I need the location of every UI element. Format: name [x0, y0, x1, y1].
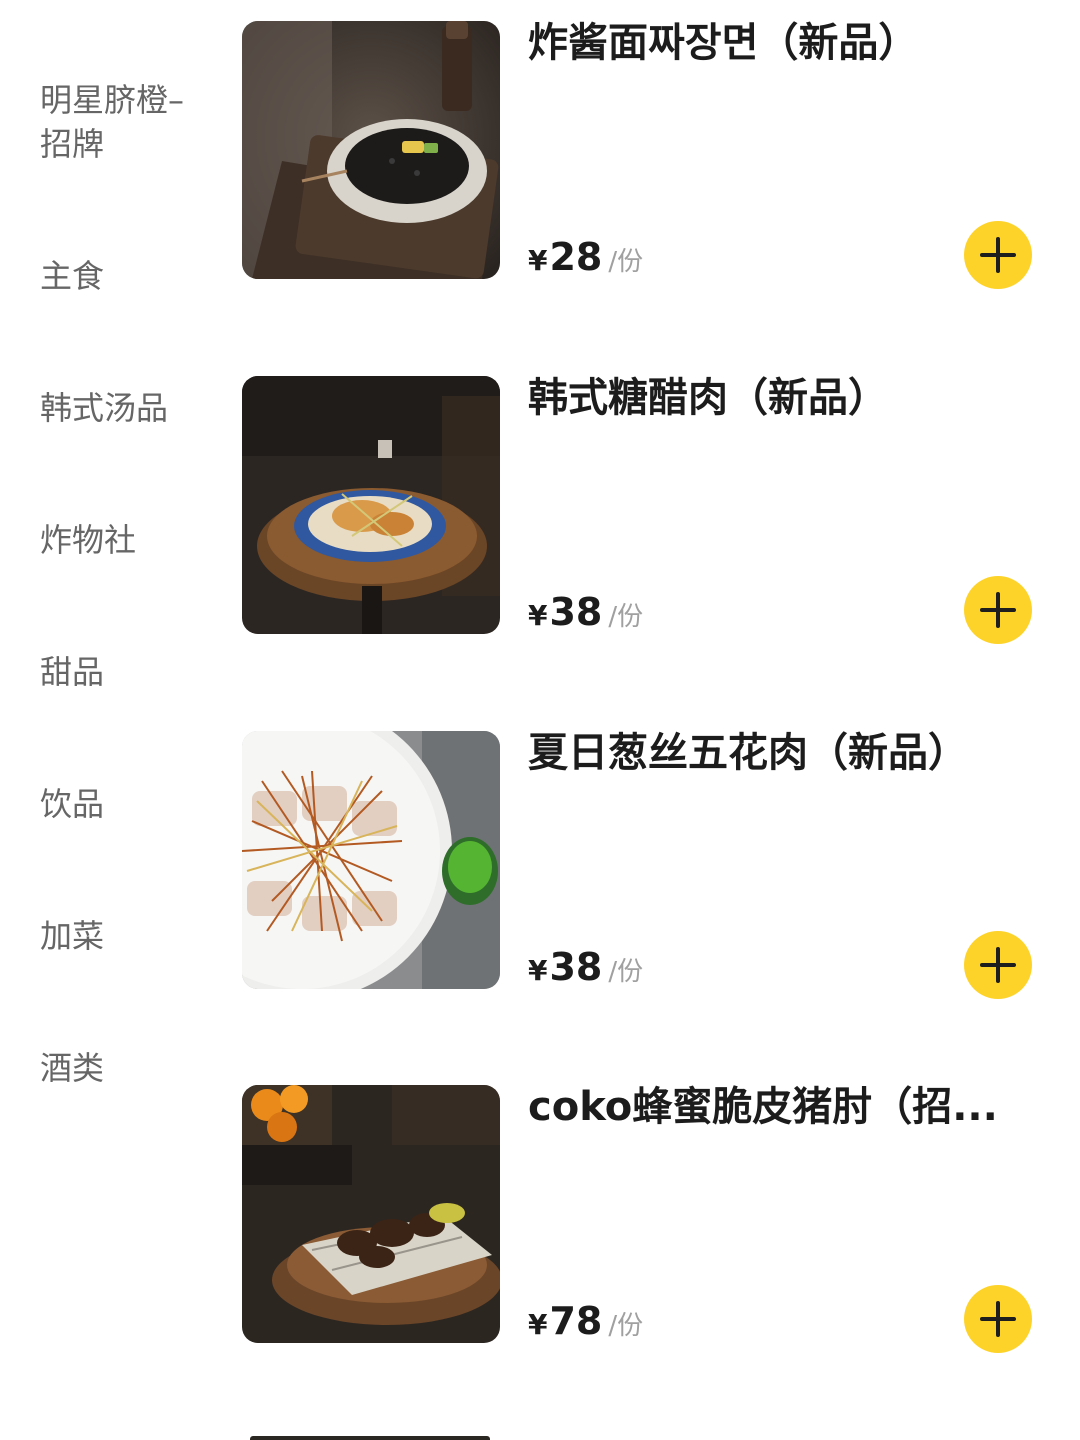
dish-price: ¥ 38 /份: [528, 945, 643, 993]
dish-card[interactable]: coko蜂蜜脆皮猪肘（招... ¥ 78 /份: [242, 1084, 1080, 1353]
category-item-signature[interactable]: 明星脐橙–招牌: [40, 78, 210, 166]
price-unit: /份: [608, 247, 644, 277]
dish-price: ¥ 28 /份: [528, 235, 643, 283]
price-unit: /份: [608, 1311, 644, 1341]
dish-name: 炸酱面짜장면（新品）: [528, 20, 919, 66]
pork-knuckle-photo[interactable]: [242, 1085, 500, 1343]
dish-card[interactable]: 炸酱面짜장면（新品） ¥ 28 /份: [242, 20, 1080, 289]
currency-symbol: ¥: [528, 244, 548, 277]
dish-card[interactable]: 夏日葱丝五花肉（新品） ¥ 38 /份: [242, 730, 1080, 999]
dish-price: ¥ 78 /份: [528, 1299, 643, 1347]
category-item-alcohol[interactable]: 酒类: [40, 1046, 210, 1090]
category-item-drinks[interactable]: 饮品: [40, 782, 210, 826]
dish-name: 夏日葱丝五花肉（新品）: [528, 730, 968, 776]
next-dish-photo-peek: [250, 1436, 490, 1440]
dish-name: coko蜂蜜脆皮猪肘（招...: [528, 1084, 998, 1130]
currency-symbol: ¥: [528, 599, 548, 632]
currency-symbol: ¥: [528, 954, 548, 987]
category-sidebar: 明星脐橙–招牌 主食 韩式汤品 炸物社 甜品 饮品 加菜 酒类: [0, 0, 220, 1440]
plus-icon: [980, 237, 1016, 273]
price-value: 28: [549, 235, 603, 279]
add-to-cart-button[interactable]: [964, 931, 1032, 999]
fried-pork-plate-photo[interactable]: [242, 376, 500, 634]
plus-icon: [980, 592, 1016, 628]
category-item-staple[interactable]: 主食: [40, 254, 210, 298]
price-unit: /份: [608, 602, 644, 632]
price-value: 78: [549, 1299, 603, 1343]
dish-card[interactable]: 韩式糖醋肉（新品） ¥ 38 /份: [242, 375, 1080, 644]
price-value: 38: [549, 945, 603, 989]
category-item-fried[interactable]: 炸物社: [40, 518, 210, 562]
add-to-cart-button[interactable]: [964, 221, 1032, 289]
dish-name: 韩式糖醋肉（新品）: [528, 375, 888, 421]
dish-price: ¥ 38 /份: [528, 590, 643, 638]
pork-belly-plate-photo[interactable]: [242, 731, 500, 989]
category-item-extra-dishes[interactable]: 加菜: [40, 914, 210, 958]
category-item-dessert[interactable]: 甜品: [40, 650, 210, 694]
add-to-cart-button[interactable]: [964, 576, 1032, 644]
category-item-korean-soup[interactable]: 韩式汤品: [40, 386, 210, 430]
add-to-cart-button[interactable]: [964, 1285, 1032, 1353]
plus-icon: [980, 947, 1016, 983]
currency-symbol: ¥: [528, 1308, 548, 1341]
price-value: 38: [549, 590, 603, 634]
plus-icon: [980, 1301, 1016, 1337]
price-unit: /份: [608, 957, 644, 987]
noodle-bowl-photo[interactable]: [242, 21, 500, 279]
